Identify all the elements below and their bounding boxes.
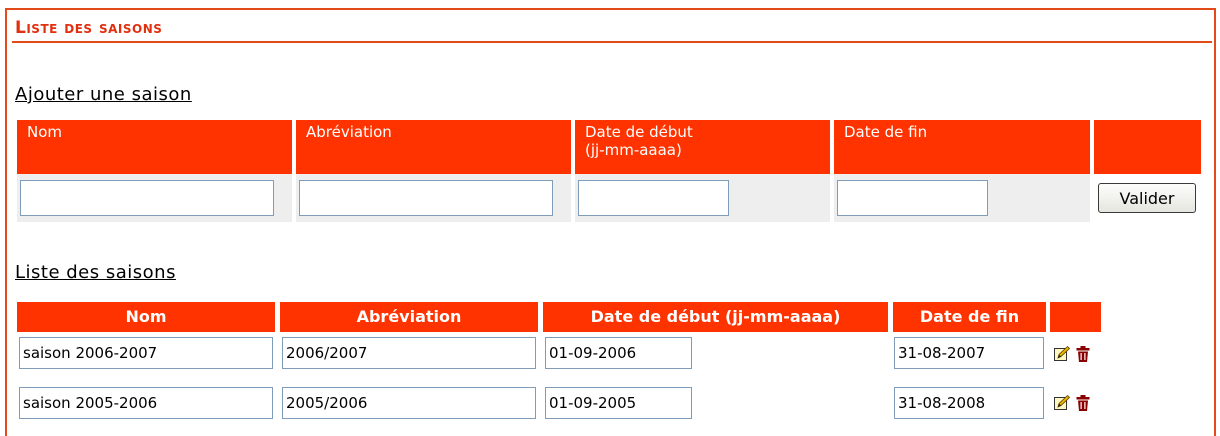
list-header-nom: Nom: [17, 302, 275, 332]
add-header-nom: Nom: [17, 120, 292, 174]
add-header-abreviation: Abréviation: [296, 120, 571, 174]
add-header-date-debut: Date de début (jj-mm-aaaa): [575, 120, 830, 174]
row-nom-input[interactable]: [19, 337, 273, 369]
list-section-heading: Liste des saisons: [15, 262, 176, 283]
edit-icon[interactable]: [1053, 345, 1071, 363]
title-divider: [12, 41, 1212, 43]
delete-icon[interactable]: [1074, 394, 1092, 412]
row-abreviation-input[interactable]: [282, 387, 536, 419]
edit-icon[interactable]: [1053, 394, 1071, 412]
add-date-fin-input[interactable]: [837, 180, 988, 216]
row-date-debut-input[interactable]: [545, 337, 692, 369]
add-abreviation-input[interactable]: [299, 180, 553, 216]
row-date-debut-input[interactable]: [545, 387, 692, 419]
row-abreviation-input[interactable]: [282, 337, 536, 369]
add-nom-input[interactable]: [20, 180, 274, 216]
page-title: Liste des saisons: [15, 18, 163, 38]
add-header-date-fin: Date de fin: [834, 120, 1090, 174]
add-header-action: [1094, 120, 1201, 174]
row-date-fin-input[interactable]: [894, 387, 1044, 419]
add-date-debut-input[interactable]: [578, 180, 729, 216]
valider-button[interactable]: Valider: [1098, 183, 1196, 213]
add-section-heading: Ajouter une saison: [15, 84, 192, 105]
list-header-actions: [1050, 302, 1101, 332]
list-header-date-debut: Date de début (jj-mm-aaaa): [543, 302, 888, 332]
row-date-fin-input[interactable]: [894, 337, 1044, 369]
list-header-date-fin: Date de fin: [893, 302, 1046, 332]
list-header-abreviation: Abréviation: [280, 302, 538, 332]
page-frame: [5, 8, 1216, 436]
delete-icon[interactable]: [1074, 345, 1092, 363]
row-nom-input[interactable]: [19, 387, 273, 419]
